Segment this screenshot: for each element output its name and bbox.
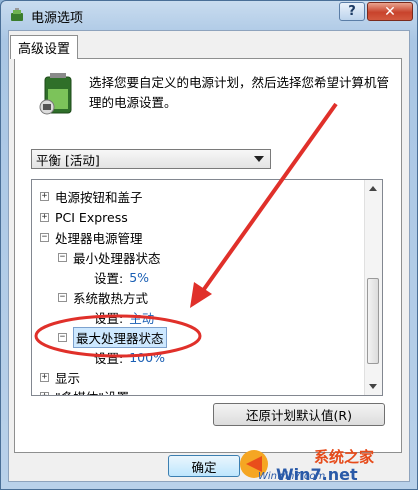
tree-scrollbar[interactable] [364,180,382,395]
title-bar: 电源选项 ? ✕ [1,1,417,29]
window-title: 电源选项 [31,11,84,26]
tree-item-max-processor-state[interactable]: − 最大处理器状态 [58,326,167,348]
help-button[interactable]: ? [339,2,365,21]
settings-tree: + 电源按钮和盖子 + PCI Express − 处理器电源管理 − 最小处理… [31,179,383,396]
tree-item-processor-power[interactable]: − 处理器电源管理 [40,227,143,247]
scroll-up-icon[interactable] [369,186,377,191]
scrollbar-thumb[interactable] [367,278,379,364]
watermark-domain: Winwin7.com [258,471,326,482]
collapse-icon[interactable]: − [58,292,67,302]
tab-advanced-settings[interactable]: 高级设置 [10,35,78,59]
expand-icon[interactable]: + [40,372,49,382]
tree-item-display[interactable]: + 显示 [40,367,80,387]
close-button[interactable]: ✕ [367,2,413,21]
power-plan-dropdown[interactable]: 平衡 [活动] [31,149,271,169]
advanced-settings-page: 选择您要自定义的电源计划，然后选择您希望计算机管理的电源设置。 平衡 [活动] … [14,58,402,453]
battery-plug-icon [39,73,72,115]
close-icon: ✕ [384,3,396,20]
expand-icon[interactable]: + [40,191,49,201]
tree-item-power-buttons[interactable]: + 电源按钮和盖子 [40,186,143,206]
tree-item-min-setting[interactable]: 设置: 5% [94,267,149,287]
collapse-icon[interactable]: − [58,332,67,342]
power-options-icon [11,8,23,21]
help-icon: ? [348,4,356,19]
tree-item-label: 显示 [55,370,81,386]
setting-value[interactable]: 主动 [129,308,154,327]
tree-item-label: 电源按钮和盖子 [55,189,143,205]
tree-item-max-setting[interactable]: 设置: 100% [94,347,165,367]
setting-label: 设置: [94,350,124,366]
ok-button[interactable]: 确定 [168,455,240,477]
tree-item-cooling-policy[interactable]: − 系统散热方式 [58,287,148,307]
tree-item-label: 系统散热方式 [73,290,149,306]
tree-item-cooling-setting[interactable]: 设置: 主动 [94,307,154,327]
setting-value[interactable]: 100% [129,350,165,365]
collapse-icon[interactable]: − [40,232,49,242]
tree-item-label: 最小处理器状态 [73,250,161,266]
tree-item-label: "多媒体"设置 [55,387,129,396]
restore-defaults-button[interactable]: 还原计划默认值(R) [213,403,385,426]
setting-value[interactable]: 5% [129,270,149,285]
tree-item-label: PCI Express [55,209,128,225]
setting-label: 设置: [94,270,124,286]
tree-item-min-processor-state[interactable]: − 最小处理器状态 [58,247,161,267]
tree-item-pci-express[interactable]: + PCI Express [40,207,128,227]
expand-icon[interactable]: + [40,391,49,395]
setting-label: 设置: [94,310,124,326]
tree-item-label-selected: 最大处理器状态 [73,326,167,348]
tree-item-label: 处理器电源管理 [55,230,143,246]
expand-icon[interactable]: + [40,212,49,222]
description-text: 选择您要自定义的电源计划，然后选择您希望计算机管理的电源设置。 [89,75,390,110]
scroll-down-icon[interactable] [369,384,377,389]
collapse-icon[interactable]: − [58,252,67,262]
svg-text:系统之家: 系统之家 [314,448,374,466]
power-plan-value: 平衡 [活动] [36,152,100,168]
chevron-down-icon [254,156,264,162]
tree-item-multimedia[interactable]: + "多媒体"设置 [40,386,129,396]
